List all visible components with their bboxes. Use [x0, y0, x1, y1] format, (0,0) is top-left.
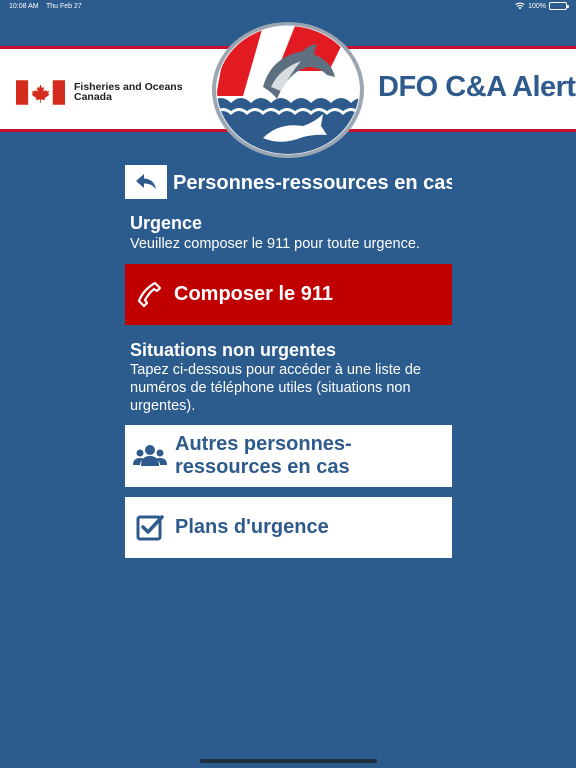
status-right: 100% [515, 2, 569, 10]
other-contacts-line-2: ressources en cas [175, 456, 350, 478]
status-date: Thu Feb 27 [46, 3, 82, 10]
app-name: DFO C&A Alert [378, 71, 576, 103]
call-911-button[interactable]: Composer le 911 [125, 264, 452, 325]
other-contacts-button[interactable]: Autres personnes- ressources en cas [125, 425, 452, 487]
people-group-icon [133, 445, 167, 466]
home-indicator[interactable] [200, 759, 377, 763]
department-line-2: Canada [74, 91, 112, 103]
page-title: Personnes-ressources en cas [173, 172, 452, 194]
non-urgent-section-title: Situations non urgentes [130, 340, 337, 360]
main-content: Personnes-ressources en cas Urgence Veui… [125, 164, 452, 558]
battery-percent: 100% [528, 2, 546, 10]
back-button[interactable] [125, 165, 167, 199]
back-arrow-icon [136, 174, 156, 189]
status-bar: 10:08 AM Thu Feb 27 100% [0, 0, 576, 14]
other-contacts-label: Autres personnes- ressources en cas [175, 433, 352, 479]
emergency-plans-label: Plans d'urgence [175, 516, 329, 538]
urgent-section-text: Veuillez composer le 911 pour toute urge… [130, 236, 420, 252]
battery-icon [549, 2, 569, 10]
wifi-icon [515, 2, 525, 10]
call-911-label: Composer le 911 [174, 283, 333, 305]
department-name: Fisheries and Oceans Canada [74, 82, 183, 103]
emergency-plans-button[interactable]: Plans d'urgence [125, 497, 452, 558]
phone-icon [137, 281, 162, 307]
canada-flag-icon [16, 80, 65, 105]
dfo-logo-icon [212, 22, 364, 158]
status-time: 10:08 AM [9, 3, 39, 10]
page-header: Personnes-ressources en cas [125, 164, 452, 200]
checkbox-checked-icon [136, 514, 164, 540]
other-contacts-line-1: Autres personnes- [175, 433, 352, 455]
urgent-section-title: Urgence [130, 213, 203, 233]
non-urgent-section-text: Tapez ci-dessous pour accéder à une list… [130, 362, 421, 414]
